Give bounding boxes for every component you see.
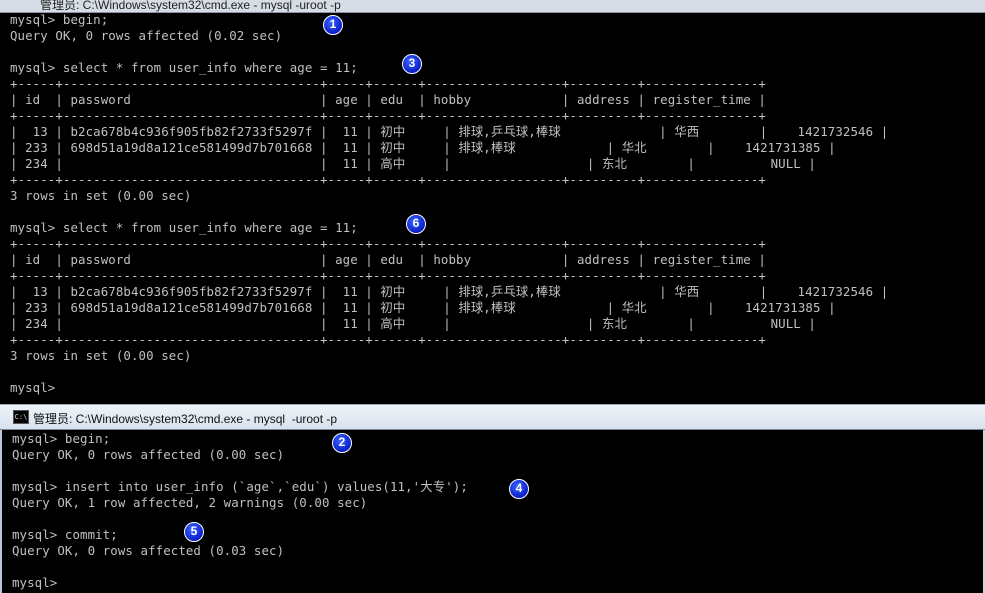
table-border: +-----+---------------------------------…	[10, 172, 766, 187]
table-row: | 233 | 698d51a19d8a121ce581499d7b701668…	[10, 300, 836, 315]
table-header-row: | id | password | age | edu | hobby | ad…	[10, 252, 766, 267]
annotation-marker-6: 6	[406, 214, 426, 234]
table-border: +-----+---------------------------------…	[10, 236, 766, 251]
table-row: | 13 | b2ca678b4c936f905fb82f2733f5297f …	[10, 284, 889, 299]
table-row: | 234 | | 11 | 高中 | | 东北 | NULL |	[10, 316, 816, 331]
annotation-marker-1: 1	[323, 15, 343, 35]
annotation-marker-4: 4	[509, 479, 529, 499]
annotation-marker-2: 2	[332, 433, 352, 453]
table-row: | 233 | 698d51a19d8a121ce581499d7b701668…	[10, 140, 836, 155]
bottom-console-window[interactable]: mysql> begin; Query OK, 0 rows affected …	[0, 430, 985, 593]
table-border: +-----+---------------------------------…	[10, 268, 766, 283]
table-border: +-----+---------------------------------…	[10, 332, 766, 347]
console-line: 3 rows in set (0.00 sec)	[10, 348, 192, 363]
console-line: Query OK, 0 rows affected (0.03 sec)	[12, 543, 285, 558]
top-window-title-bar[interactable]: 管理员: C:\Windows\system32\cmd.exe - mysql…	[0, 0, 985, 13]
table-border: +-----+---------------------------------…	[10, 108, 766, 123]
table-header-row: | id | password | age | edu | hobby | ad…	[10, 92, 766, 107]
console-prompt[interactable]: mysql>	[12, 575, 57, 591]
top-console-window[interactable]: 管理员: C:\Windows\system32\cmd.exe - mysql…	[0, 0, 985, 404]
console-line: mysql> begin;	[12, 431, 111, 446]
table-row: | 234 | | 11 | 高中 | | 东北 | NULL |	[10, 156, 816, 171]
console-line: mysql> select * from user_info where age…	[10, 220, 358, 235]
bottom-window-title: 管理员: C:\Windows\system32\cmd.exe - mysql…	[33, 412, 338, 426]
console-prompt[interactable]: mysql>	[10, 380, 55, 396]
console-line: mysql> commit;	[12, 527, 118, 542]
annotation-marker-3: 3	[402, 54, 422, 74]
annotation-marker-5: 5	[184, 522, 204, 542]
console-line: mysql> begin;	[10, 12, 109, 27]
cmd-icon: C:\	[13, 410, 29, 424]
bottom-window-title-bar[interactable]: C:\ 管理员: C:\Windows\system32\cmd.exe - m…	[0, 404, 985, 430]
console-line: Query OK, 0 rows affected (0.02 sec)	[10, 28, 283, 43]
console-line: mysql> select * from user_info where age…	[10, 60, 358, 75]
console-line: mysql> insert into user_info (`age`,`edu…	[12, 479, 468, 494]
table-border: +-----+---------------------------------…	[10, 76, 766, 91]
console-line: Query OK, 1 row affected, 2 warnings (0.…	[12, 495, 368, 510]
console-line: Query OK, 0 rows affected (0.00 sec)	[12, 447, 285, 462]
table-row: | 13 | b2ca678b4c936f905fb82f2733f5297f …	[10, 124, 889, 139]
console-line: 3 rows in set (0.00 sec)	[10, 188, 192, 203]
